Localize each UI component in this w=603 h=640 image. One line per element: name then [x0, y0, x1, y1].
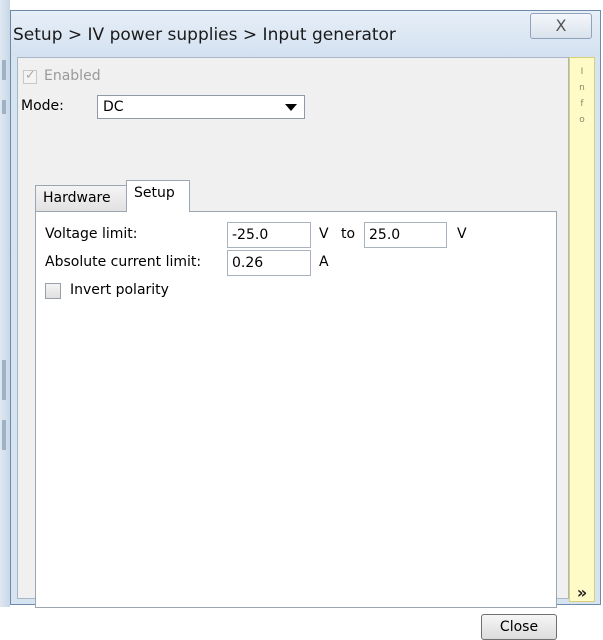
current-unit: A [319, 254, 329, 270]
info-letter: I [580, 67, 584, 77]
close-button[interactable]: Close [481, 614, 557, 640]
mode-select-value: DC [103, 99, 124, 115]
tab-setup[interactable]: Setup [126, 180, 190, 212]
mode-label: Mode: [21, 98, 64, 114]
title-bar[interactable]: Setup > IV power supplies > Input genera… [11, 11, 600, 57]
info-letter: n [579, 83, 585, 93]
voltage-max-value: 25.0 [369, 227, 401, 243]
background-window-edge [0, 0, 10, 607]
edge-mark [2, 60, 6, 80]
enabled-checkbox[interactable]: ✓ [23, 68, 37, 84]
edge-mark [2, 360, 6, 400]
edge-mark [2, 420, 6, 450]
checkmark-icon: ✓ [25, 68, 36, 83]
invert-polarity-checkbox[interactable] [45, 283, 61, 299]
window-title: Setup > IV power supplies > Input genera… [13, 25, 396, 45]
voltage-min-unit: V [319, 226, 329, 242]
voltage-max-unit: V [457, 226, 467, 242]
tab-hardware-label: Hardware [43, 190, 111, 206]
current-limit-label: Absolute current limit: [45, 254, 202, 270]
input-generator-dialog: Setup > IV power supplies > Input genera… [10, 10, 601, 640]
window-close-button[interactable]: X [530, 13, 592, 39]
current-limit-input[interactable]: 0.26 [227, 250, 311, 276]
expand-icon[interactable]: » [570, 583, 594, 602]
close-icon: X [555, 16, 567, 35]
info-letter: f [580, 99, 584, 109]
voltage-limit-label: Voltage limit: [45, 226, 138, 242]
info-side-panel[interactable]: I n f o » [569, 57, 595, 602]
voltage-min-input[interactable]: -25.0 [227, 222, 311, 248]
setup-tab-content: Voltage limit: -25.0 V to 25.0 V Absolut… [35, 211, 557, 608]
dropdown-arrow-icon [285, 104, 297, 111]
current-limit-value: 0.26 [232, 255, 264, 271]
edge-mark [2, 100, 6, 114]
enabled-label: Enabled [44, 68, 101, 84]
close-button-label: Close [499, 619, 539, 635]
tab-hardware[interactable]: Hardware [35, 185, 127, 211]
voltage-min-value: -25.0 [232, 227, 269, 243]
info-letter: o [579, 115, 585, 125]
invert-polarity-label: Invert polarity [70, 282, 169, 298]
voltage-max-input[interactable]: 25.0 [364, 222, 447, 248]
tab-setup-label: Setup [134, 185, 175, 201]
to-label: to [341, 226, 356, 242]
mode-select[interactable]: DC [97, 95, 305, 119]
settings-panel: ✓ Enabled Mode: DC Hardware Setup Voltag… [17, 57, 569, 640]
